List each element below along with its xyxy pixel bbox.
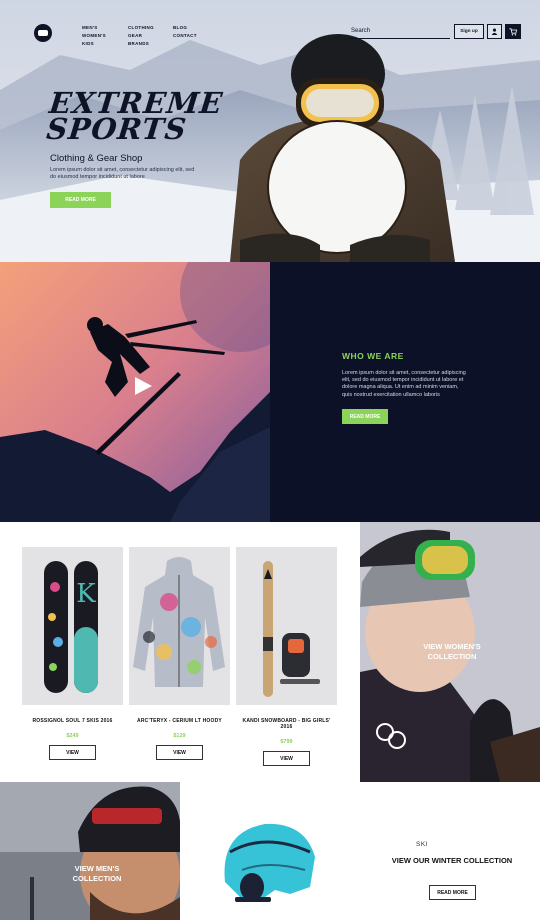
nav-item-gear[interactable]: GEAR (128, 32, 154, 39)
product-image[interactable] (236, 547, 337, 705)
cart-icon (509, 27, 517, 36)
nav-group-people: MEN'S WOMEN'S KIDS (82, 24, 106, 47)
nav-item-clothing[interactable]: CLOTHING (128, 24, 154, 31)
search-input[interactable]: Search (349, 26, 450, 39)
product-price: $799 (280, 739, 293, 745)
signup-button[interactable]: Sign up (454, 24, 484, 39)
hero-subtitle: Clothing & Gear Shop (50, 153, 143, 164)
product-card[interactable]: K ROSSIGNOL SOUL 7 SKIS 2016 $249 VIEW (22, 547, 123, 760)
skier-video-image[interactable] (0, 262, 270, 522)
hero-read-more-button[interactable]: READ MORE (50, 192, 111, 208)
helmet-image (224, 823, 315, 902)
womens-collection-tile[interactable]: VIEW WOMEN'S COLLECTION (360, 522, 540, 782)
nav-item-contact[interactable]: CONTACT (173, 32, 197, 39)
snowboard-image: K (44, 561, 98, 693)
hero-title: EXTREME SPORTS (45, 86, 225, 146)
product-name: KANDI SNOWBOARD - BIG GIRLS' 2016 (242, 718, 331, 730)
mens-collection-image (0, 782, 180, 920)
who-we-are-title: WHO WE ARE (342, 351, 404, 361)
who-we-are-section: WHO WE ARE Lorem ipsum dolor sit amet, c… (270, 262, 540, 522)
product-view-button[interactable]: VIEW (263, 751, 310, 766)
product-image[interactable]: K (22, 547, 123, 705)
skis-backpack-image (263, 561, 320, 697)
product-name: ROSSIGNOL SOUL 7 SKIS 2016 (32, 718, 113, 724)
product-price: $249 (66, 733, 79, 739)
helmet-product-tile[interactable] (180, 782, 360, 920)
nav-item-blog[interactable]: BLOG (173, 24, 197, 31)
womens-collection-label[interactable]: VIEW WOMEN'S COLLECTION (412, 642, 492, 662)
nav-group-products: CLOTHING GEAR BRANDS (128, 24, 154, 47)
product-card[interactable]: KANDI SNOWBOARD - BIG GIRLS' 2016 $799 V… (236, 547, 337, 766)
logo-icon[interactable] (34, 24, 52, 42)
winter-collection-tile: SKI VIEW OUR WINTER COLLECTION READ MORE (360, 782, 540, 920)
mens-collection-label[interactable]: VIEW MEN'S COLLECTION (62, 864, 132, 884)
product-image[interactable] (129, 547, 230, 705)
product-view-button[interactable]: VIEW (156, 745, 203, 760)
nav-group-info: BLOG CONTACT (173, 24, 197, 39)
winter-kicker: SKI (416, 841, 428, 848)
who-read-more-button[interactable]: READ MORE (342, 409, 388, 424)
winter-collection-title: VIEW OUR WINTER COLLECTION (391, 856, 513, 865)
nav-item-womens[interactable]: WOMEN'S (82, 32, 106, 39)
product-name: ARC'TERYX - CERIUM LT HOODY (137, 718, 222, 724)
user-button[interactable] (487, 24, 502, 39)
mens-collection-tile[interactable]: VIEW MEN'S COLLECTION (0, 782, 180, 920)
cart-button[interactable] (505, 24, 521, 39)
jacket-image (133, 557, 225, 687)
hero-description: Lorem ipsum dolor sit amet, consectetur … (50, 167, 195, 180)
who-we-are-text: Lorem ipsum dolor sit amet, consectetur … (342, 370, 466, 398)
product-view-button[interactable]: VIEW (49, 745, 96, 760)
nav-item-brands[interactable]: BRANDS (128, 40, 154, 47)
user-icon (491, 28, 498, 35)
skier-silhouette-image (0, 262, 270, 522)
product-price: $129 (173, 733, 186, 739)
product-card[interactable]: ARC'TERYX - CERIUM LT HOODY $129 VIEW (129, 547, 230, 760)
nav-item-kids[interactable]: KIDS (82, 40, 106, 47)
products-section: K ROSSIGNOL SOUL 7 SKIS 2016 $249 VIEW A… (0, 522, 360, 782)
nav-item-mens[interactable]: MEN'S (82, 24, 106, 31)
svg-text:K: K (76, 579, 96, 609)
winter-read-more-button[interactable]: READ MORE (429, 885, 476, 900)
hero-section: MEN'S WOMEN'S KIDS CLOTHING GEAR BRANDS … (0, 0, 540, 262)
